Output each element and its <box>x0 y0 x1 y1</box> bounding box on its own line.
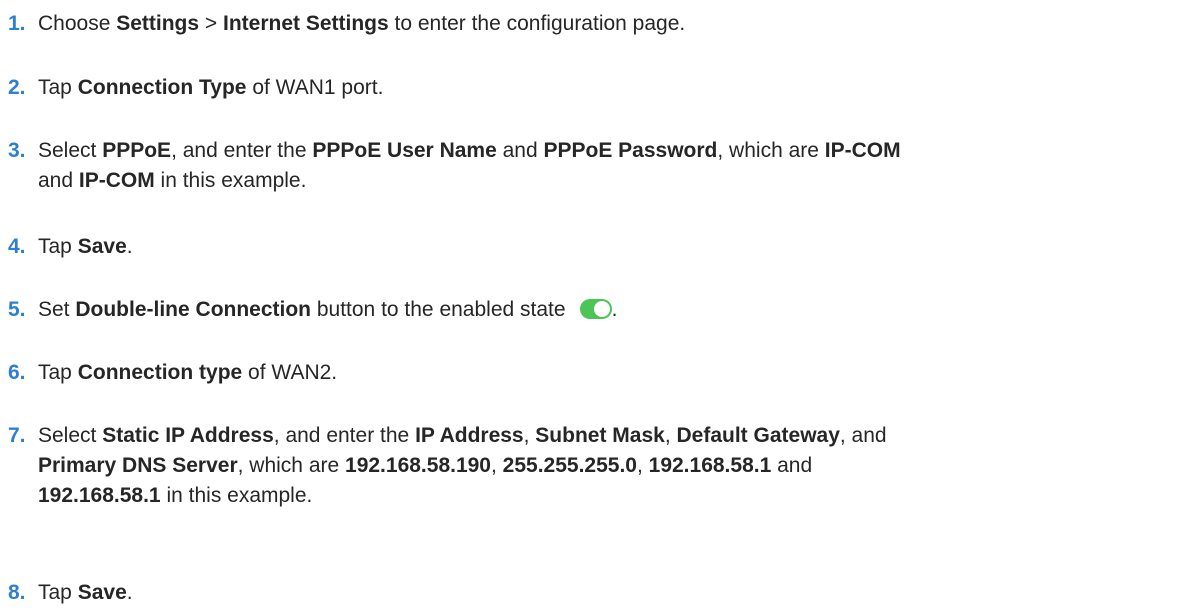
step-number: 4. <box>8 235 26 258</box>
step-text: Set Double-line Connection button to the… <box>38 298 566 321</box>
step-1: 1. Choose Settings > Internet Settings t… <box>8 9 685 39</box>
step-number: 6. <box>8 361 26 384</box>
toggle-switch-on-icon <box>579 299 612 319</box>
step-text-line-2: Primary DNS Server, which are 192.168.58… <box>38 454 813 477</box>
step-number: 1. <box>8 12 26 35</box>
step-text: Tap Save. <box>38 235 133 258</box>
step-3: 3. Select PPPoE, and enter the PPPoE Use… <box>8 136 901 196</box>
step-text-line-3: 192.168.58.1 in this example. <box>38 484 313 507</box>
step-text: Choose Settings > Internet Settings to e… <box>38 12 686 35</box>
step-7: 7. Select Static IP Address, and enter t… <box>8 421 887 511</box>
step-4: 4. Tap Save. <box>8 232 133 262</box>
step-text: Tap Connection Type of WAN1 port. <box>38 76 384 99</box>
step-number: 3. <box>8 139 26 162</box>
step-number: 8. <box>8 581 26 604</box>
step-text: Tap Save. <box>38 581 133 604</box>
step-6: 6. Tap Connection type of WAN2. <box>8 358 337 388</box>
step-number: 2. <box>8 76 26 99</box>
step-text-line-1: Select PPPoE, and enter the PPPoE User N… <box>38 139 901 162</box>
step-number: 5. <box>8 298 26 321</box>
step-text: Tap Connection type of WAN2. <box>38 361 338 384</box>
step-text-line-1: Select Static IP Address, and enter the … <box>38 424 887 447</box>
step-8: 8. Tap Save. <box>8 578 133 608</box>
step-number: 7. <box>8 424 26 447</box>
step-5: 5. Set Double-line Connection button to … <box>8 295 617 325</box>
toggle-knob <box>593 301 610 317</box>
step-text-line-2: and IP-COM in this example. <box>38 169 307 192</box>
step-2: 2. Tap Connection Type of WAN1 port. <box>8 73 383 103</box>
